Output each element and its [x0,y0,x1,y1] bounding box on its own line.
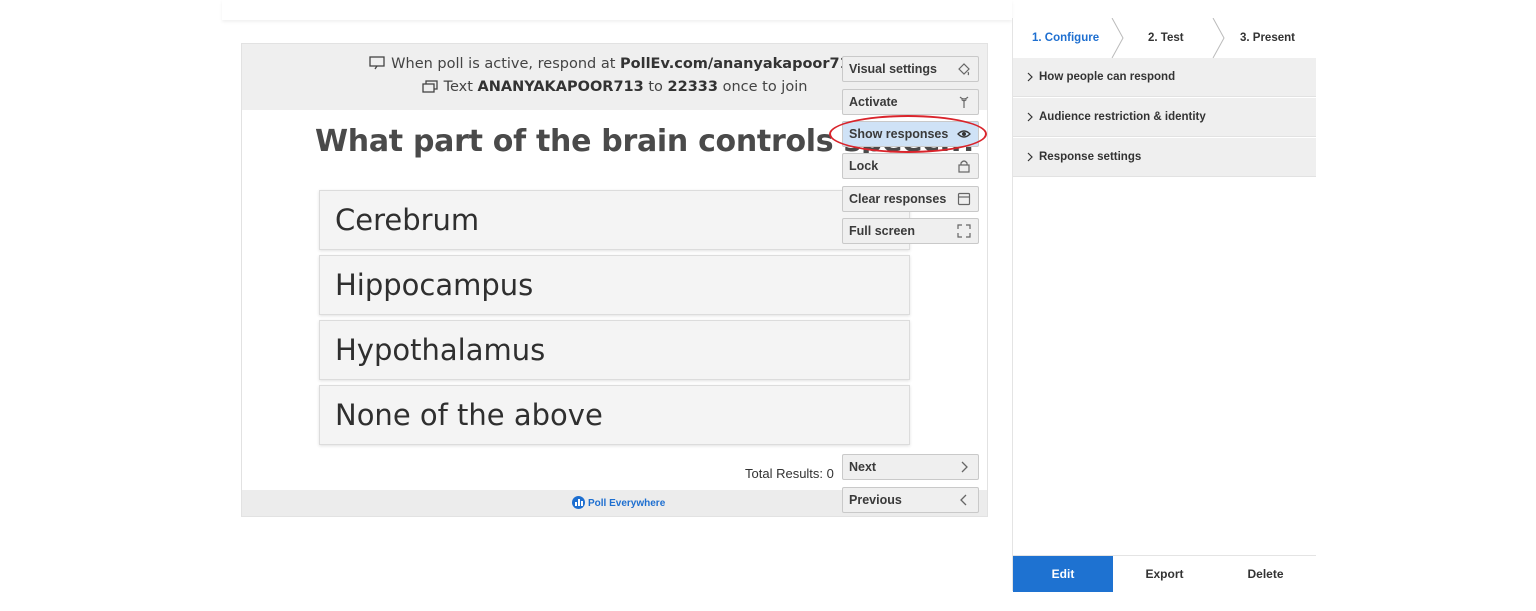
chevron-right-icon [1027,72,1033,82]
panel-actions: Edit Export Delete [1013,555,1316,592]
next-button[interactable]: Next [842,454,979,480]
option-label: Hippocampus [335,268,534,302]
text-instruction-prefix: Text [443,79,478,95]
edit-button[interactable]: Edit [1013,556,1113,592]
tab-configure[interactable]: 1. Configure [1032,32,1099,44]
text-instruction-suffix: once to join [717,79,808,95]
option-cerebrum: Cerebrum [319,190,910,250]
option-label: Cerebrum [335,203,480,237]
clear-responses-button[interactable]: Clear responses [842,186,979,212]
paint-bucket-icon [958,63,970,76]
total-results: Total Results: 0 [745,466,834,481]
screen-icon [369,56,385,70]
chevron-right-icon [961,461,968,473]
previous-label: Previous [849,493,902,507]
clear-responses-label: Clear responses [849,192,947,206]
lock-icon [958,160,970,173]
config-panel: 1. Configure 2. Test 3. Present How peop… [1012,18,1316,592]
broadcast-icon [959,96,969,108]
message-icon [421,80,438,93]
visual-settings-button[interactable]: Visual settings [842,56,979,82]
chevron-left-icon [960,494,967,506]
tab-present[interactable]: 3. Present [1240,32,1295,44]
section-label: How people can respond [1039,71,1176,83]
show-responses-label: Show responses [849,127,949,141]
lock-button[interactable]: Lock [842,153,979,179]
brand-logo: Poll Everywhere [572,496,665,509]
section-response-settings[interactable]: Response settings [1013,138,1316,177]
poll-url: PollEv.com/ananyakapoor713 [620,56,860,72]
step-divider-icon [1212,18,1225,58]
activate-label: Activate [849,95,898,109]
full-screen-button[interactable]: Full screen [842,218,979,244]
option-label: None of the above [335,398,603,432]
option-none: None of the above [319,385,910,445]
poll-everywhere-icon [572,496,585,509]
previous-button[interactable]: Previous [842,487,979,513]
step-divider-icon [1111,18,1124,58]
top-strip [222,0,1012,20]
full-screen-label: Full screen [849,224,915,238]
section-label: Audience restriction & identity [1039,111,1206,123]
section-label: Response settings [1039,151,1142,163]
option-label: Hypothalamus [335,333,546,367]
brand-name: Poll Everywhere [588,498,666,509]
sms-number: 22333 [667,79,718,95]
step-tabs: 1. Configure 2. Test 3. Present [1013,18,1316,58]
activate-button[interactable]: Activate [842,89,979,115]
tab-test[interactable]: 2. Test [1148,32,1184,44]
join-code: ANANYAKAPOOR713 [477,79,644,95]
section-audience-restriction[interactable]: Audience restriction & identity [1013,98,1316,137]
archive-icon [957,192,971,206]
option-hypothalamus: Hypothalamus [319,320,910,380]
delete-button[interactable]: Delete [1215,556,1316,592]
export-button[interactable]: Export [1114,556,1215,592]
chevron-right-icon [1027,152,1033,162]
visual-settings-label: Visual settings [849,62,937,76]
lock-label: Lock [849,159,879,173]
expand-icon [957,224,971,238]
text-instruction-mid: to [643,79,668,95]
section-how-people-respond[interactable]: How people can respond [1013,58,1316,97]
show-responses-button[interactable]: Show responses [842,121,979,147]
next-label: Next [849,460,877,474]
web-instruction-prefix: When poll is active, respond at [391,56,621,72]
eye-icon [957,130,971,138]
option-hippocampus: Hippocampus [319,255,910,315]
chevron-right-icon [1027,112,1033,122]
